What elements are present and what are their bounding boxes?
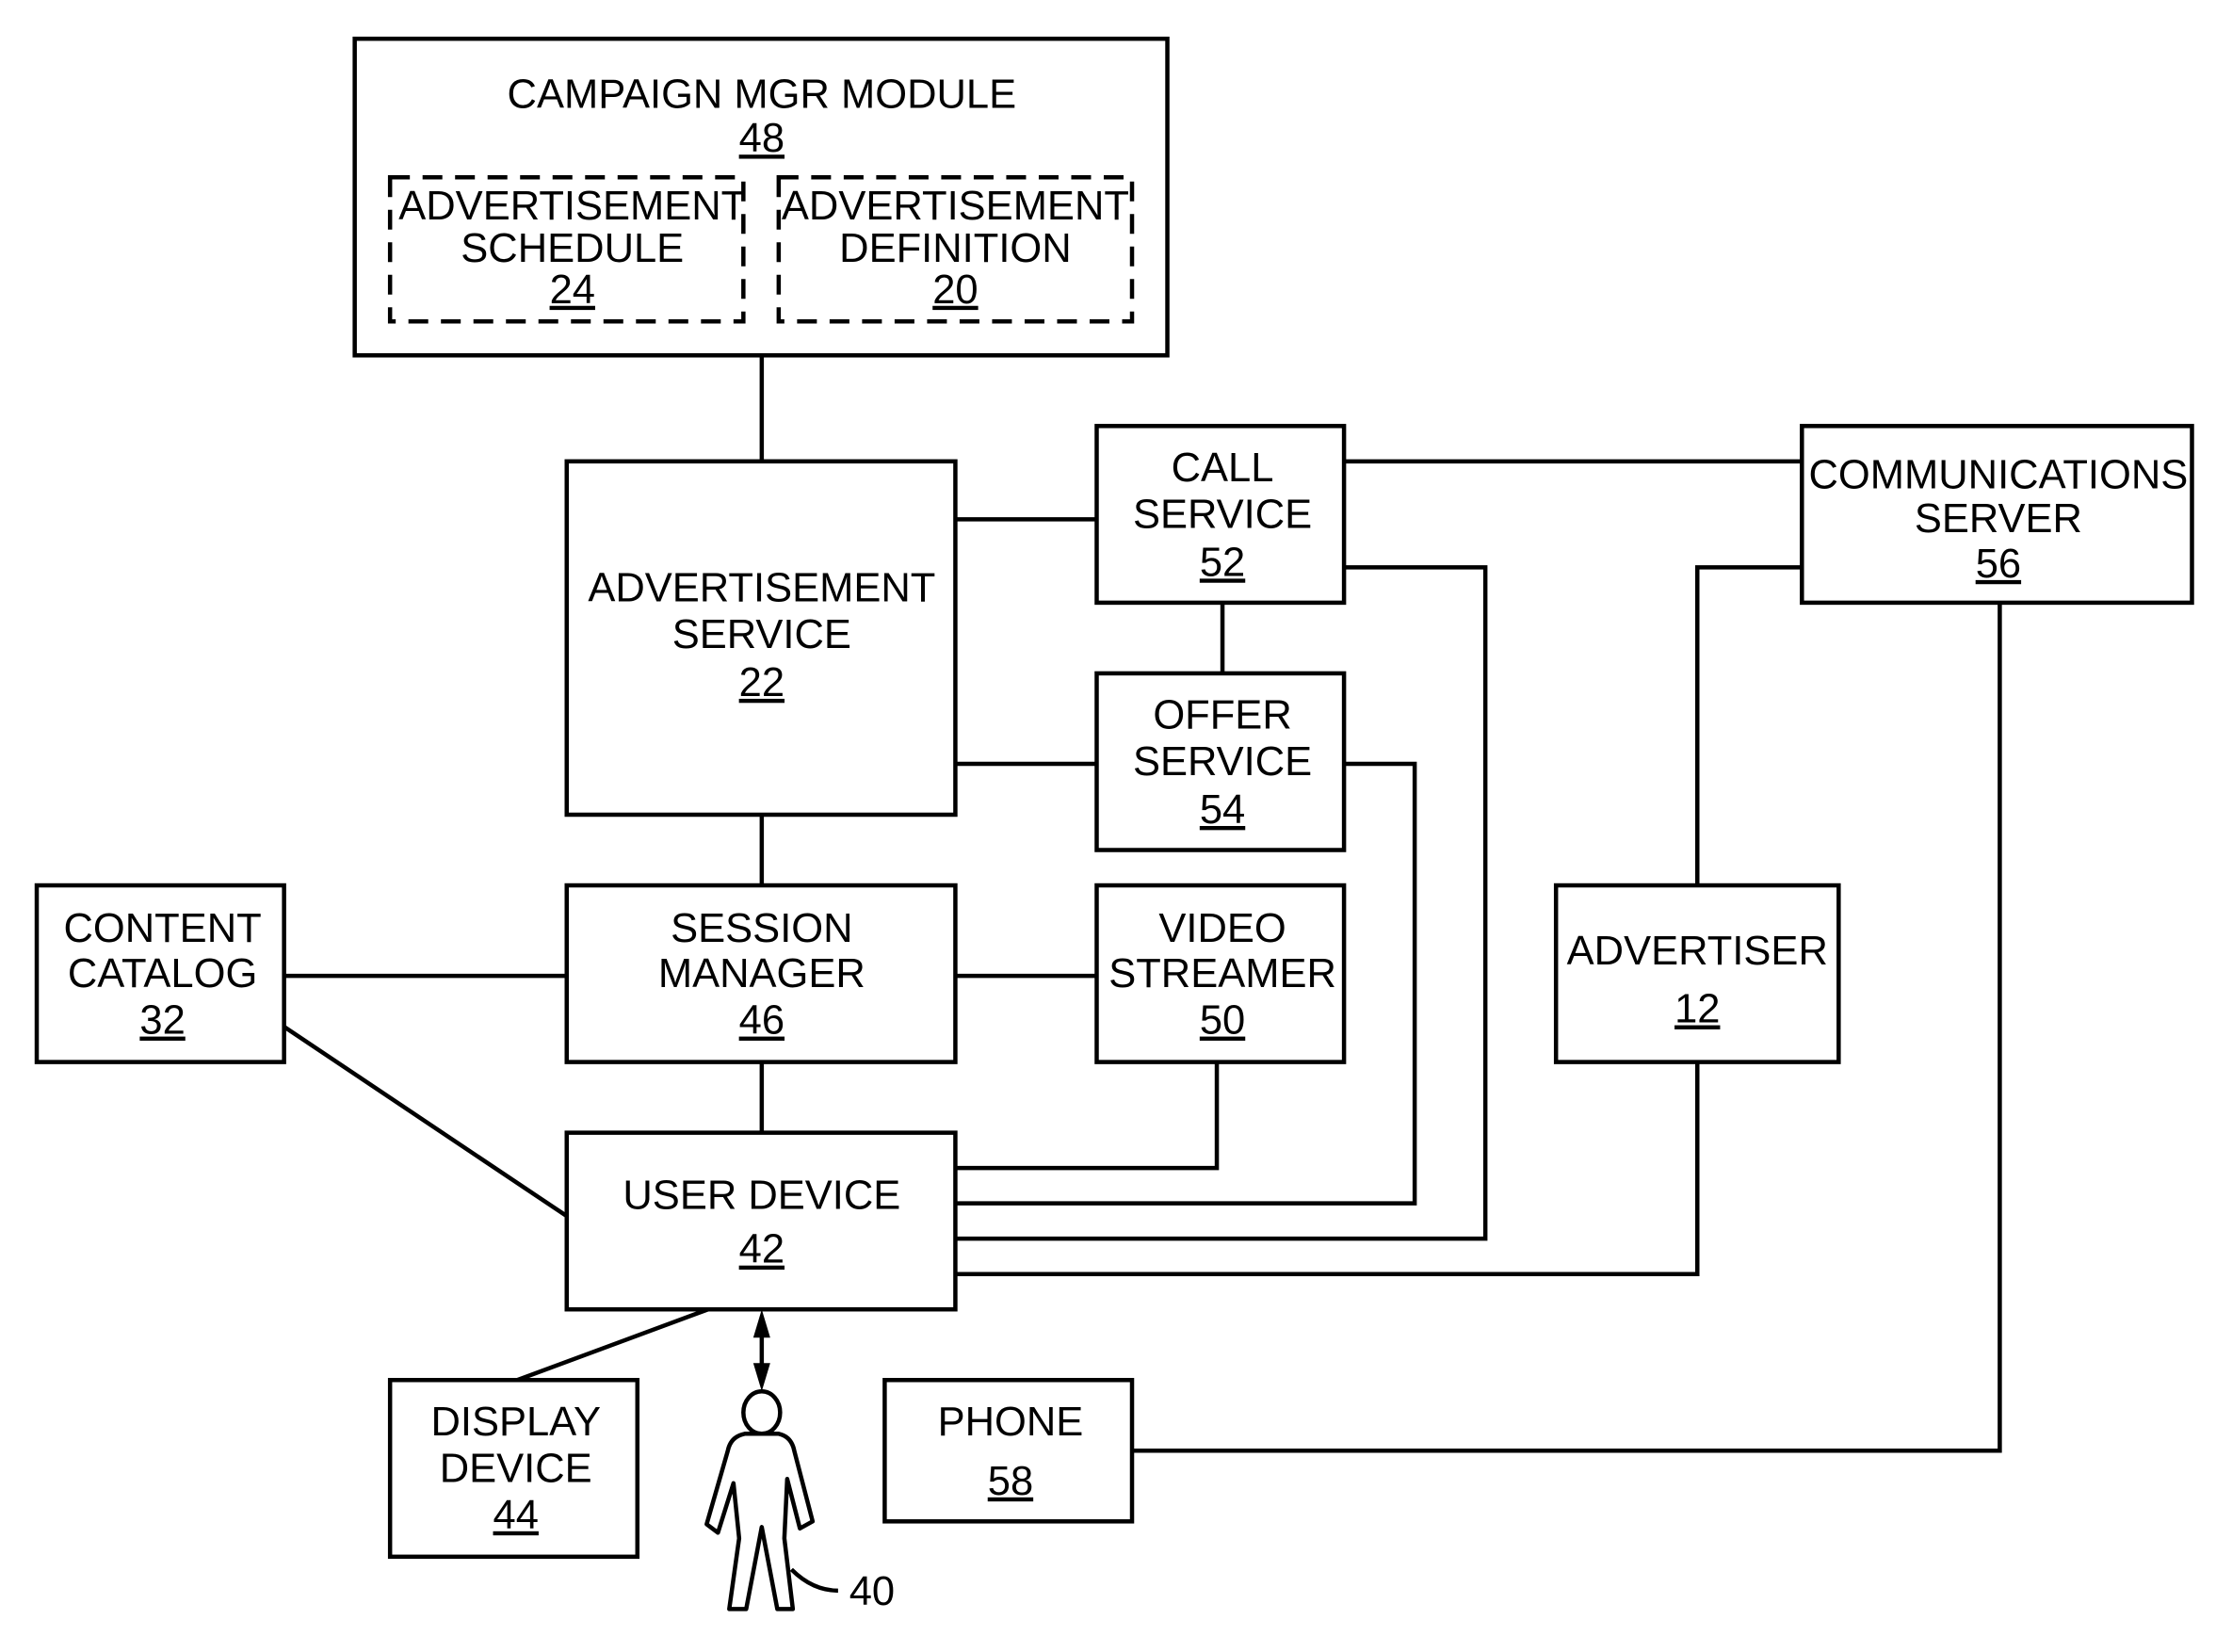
node-call-service[interactable]: CALL SERVICE 52 bbox=[1094, 424, 1347, 606]
user-ref: 40 bbox=[849, 1569, 895, 1614]
user-head-icon bbox=[741, 1389, 783, 1436]
arrowhead-down-icon bbox=[752, 1363, 770, 1392]
session-manager-ref: 46 bbox=[739, 998, 784, 1044]
edge-video-streamer-to-user-device bbox=[955, 1061, 1220, 1171]
node-communications-server[interactable]: COMMUNICATIONS SERVER 56 bbox=[1800, 424, 2194, 606]
edge-content-catalog-to-user-device bbox=[283, 1025, 569, 1219]
advertiser-ref: 12 bbox=[1674, 987, 1720, 1032]
node-user-device[interactable]: USER DEVICE 42 bbox=[564, 1130, 958, 1312]
phone-label: PHONE bbox=[938, 1400, 1084, 1445]
display-device-label-line1: DISPLAY bbox=[430, 1400, 601, 1445]
node-advertiser[interactable]: ADVERTISER 12 bbox=[1553, 883, 1841, 1064]
comm-server-label-line2: SERVER bbox=[1915, 496, 2082, 542]
ad-schedule-label-line2: SCHEDULE bbox=[461, 226, 684, 271]
system-block-diagram: CAMPAIGN MGR MODULE 48 ADVERTISEMENT SCH… bbox=[34, 36, 2194, 1614]
arrowhead-up-icon bbox=[752, 1309, 770, 1338]
node-phone[interactable]: PHONE 58 bbox=[882, 1377, 1135, 1524]
user-body-icon bbox=[704, 1432, 816, 1612]
video-streamer-ref: 50 bbox=[1200, 998, 1245, 1044]
video-streamer-label-line1: VIDEO bbox=[1158, 906, 1286, 951]
content-catalog-ref: 32 bbox=[139, 998, 185, 1044]
node-user[interactable]: 40 bbox=[704, 1389, 895, 1614]
campaign-mgr-label: CAMPAIGN MGR MODULE bbox=[508, 73, 1017, 118]
ad-definition-label-line1: ADVERTISEMENT bbox=[782, 184, 1129, 229]
user-device-label: USER DEVICE bbox=[623, 1174, 900, 1219]
node-display-device[interactable]: DISPLAY DEVICE 44 bbox=[387, 1377, 640, 1560]
ad-definition-label-line2: DEFINITION bbox=[839, 226, 1072, 271]
edge-user-device-to-display-device bbox=[516, 1307, 709, 1383]
ad-service-label-line2: SERVICE bbox=[672, 612, 851, 657]
display-device-ref: 44 bbox=[493, 1493, 539, 1538]
offer-service-label-line2: SERVICE bbox=[1133, 739, 1312, 785]
video-streamer-label-line2: STREAMER bbox=[1108, 951, 1336, 996]
call-service-label-line1: CALL bbox=[1172, 445, 1274, 491]
ad-service-ref: 22 bbox=[739, 660, 784, 705]
node-session-manager[interactable]: SESSION MANAGER 46 bbox=[564, 883, 958, 1064]
node-video-streamer[interactable]: VIDEO STREAMER 50 bbox=[1094, 883, 1347, 1064]
node-offer-service[interactable]: OFFER SERVICE 54 bbox=[1094, 671, 1347, 852]
advertiser-label: ADVERTISER bbox=[1567, 929, 1828, 974]
content-catalog-label-line1: CONTENT bbox=[63, 906, 261, 951]
user-leader-line bbox=[789, 1567, 838, 1594]
ad-definition-ref: 20 bbox=[932, 267, 978, 313]
call-service-label-line2: SERVICE bbox=[1133, 492, 1312, 537]
campaign-mgr-ref: 48 bbox=[739, 116, 784, 161]
ad-schedule-ref: 24 bbox=[550, 267, 595, 313]
node-content-catalog[interactable]: CONTENT CATALOG 32 bbox=[34, 883, 286, 1064]
user-device-ref: 42 bbox=[739, 1227, 784, 1272]
session-manager-label-line1: SESSION bbox=[671, 906, 852, 951]
display-device-label-line2: DEVICE bbox=[440, 1446, 592, 1491]
comm-server-label-line1: COMMUNICATIONS bbox=[1809, 452, 2189, 497]
phone-ref: 58 bbox=[988, 1459, 1033, 1504]
node-advertisement-service[interactable]: ADVERTISEMENT SERVICE 22 bbox=[564, 459, 958, 818]
comm-server-ref: 56 bbox=[1976, 542, 2021, 587]
ad-schedule-label-line1: ADVERTISEMENT bbox=[398, 184, 746, 229]
content-catalog-label-line2: CATALOG bbox=[68, 951, 257, 996]
ad-service-label-line1: ADVERTISEMENT bbox=[588, 565, 935, 610]
offer-service-label-line1: OFFER bbox=[1153, 692, 1291, 737]
offer-service-ref: 54 bbox=[1200, 787, 1245, 833]
call-service-ref: 52 bbox=[1200, 540, 1245, 585]
session-manager-label-line2: MANAGER bbox=[658, 951, 865, 996]
edge-comm-server-to-advertiser bbox=[1695, 565, 1803, 886]
